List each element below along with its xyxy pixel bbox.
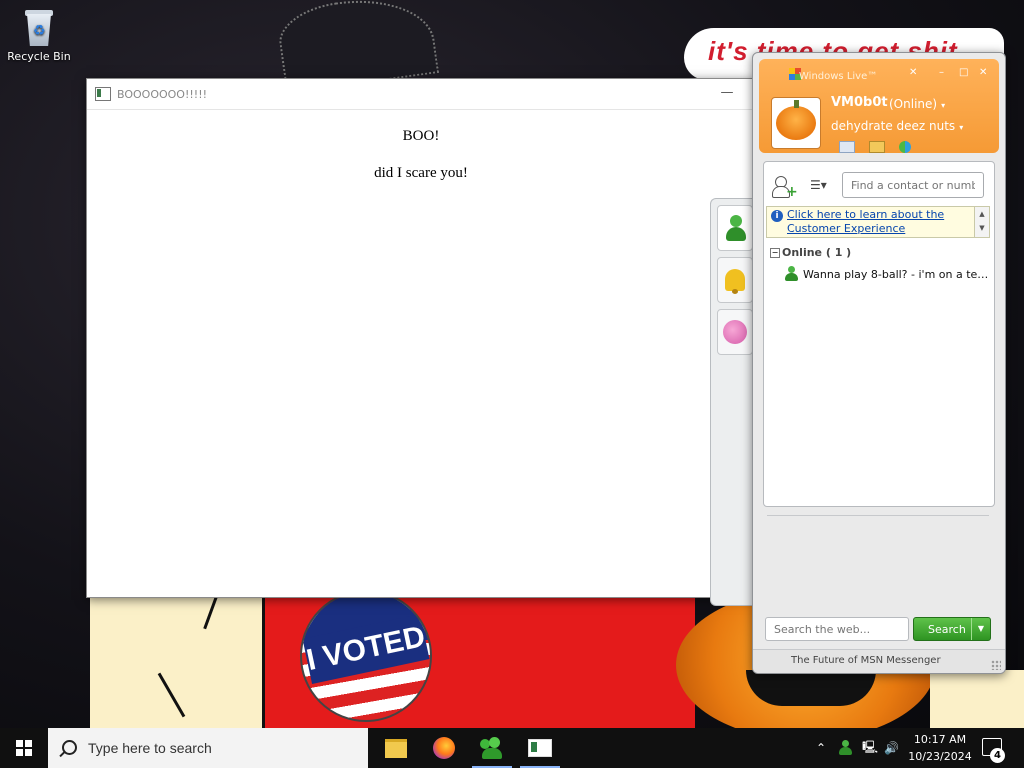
messenger-brand: Windows Live™	[799, 71, 878, 82]
find-contact-input[interactable]	[842, 172, 984, 198]
taskbar-search-placeholder: Type here to search	[88, 740, 212, 756]
contact-toolbar: + ☰▾	[764, 162, 994, 208]
boo-window: BOOOOOOO!!!!! — BOO! did I scare you!	[86, 78, 756, 598]
customer-experience-link[interactable]: Click here to learn about the Customer E…	[787, 208, 967, 236]
contact-name: Wanna play 8-ball? - i'm on a terrible c…	[803, 267, 990, 281]
pink-character-icon	[723, 320, 747, 344]
buddy-icon	[724, 215, 746, 241]
messenger-tray-icon	[838, 740, 852, 756]
app-window-icon	[528, 739, 552, 757]
boo-window-title: BOOOOOOO!!!!!	[117, 87, 208, 101]
info-bar: i Click here to learn about the Customer…	[766, 206, 990, 238]
mail-icon[interactable]	[839, 141, 855, 153]
status-selector[interactable]: (Online) ▾	[889, 97, 945, 111]
windows-logo-icon	[16, 740, 32, 756]
i-voted-sticker: I VOTED	[300, 590, 432, 722]
web-search-button-label: Search	[928, 623, 966, 636]
collapse-icon[interactable]: −	[770, 248, 780, 258]
footer-text: The Future of MSN Messenger	[791, 655, 941, 666]
taskbar-search-box[interactable]: Type here to search	[48, 728, 368, 768]
list-item[interactable]: Wanna play 8-ball? - i'm on a terrible c…	[784, 266, 990, 282]
personal-message[interactable]: dehydrate deez nuts ▾	[831, 119, 963, 133]
taskbar-firefox[interactable]	[420, 728, 468, 768]
web-search-button[interactable]: Search ▼	[913, 617, 991, 641]
pumpkin-avatar-icon	[776, 100, 816, 140]
maximize-button[interactable]: □	[959, 67, 968, 78]
firefox-icon	[433, 737, 455, 759]
tab-alerts[interactable]	[717, 257, 753, 303]
clock-date: 10/23/2024	[908, 750, 972, 763]
taskbar-messenger[interactable]	[468, 728, 516, 768]
messenger-footer: The Future of MSN Messenger	[753, 649, 1005, 673]
taskbar: Type here to search ⌃ 🖳 🔊 10:17 AM 10/23…	[0, 728, 1024, 768]
butterfly-icon: ✕	[909, 67, 918, 78]
group-online-label: Online ( 1 )	[782, 246, 852, 259]
view-options-button[interactable]: ☰▾	[810, 178, 834, 194]
clock-time: 10:17 AM	[913, 733, 967, 746]
online-buddy-icon	[784, 266, 798, 282]
taskbar-clock[interactable]: 10:17 AM 10/23/2024	[900, 731, 980, 765]
avatar[interactable]	[771, 97, 821, 149]
messenger-window: Windows Live™ ✕ – □ ✕ VM0b0t (Online) ▾ d…	[752, 52, 1006, 674]
minimize-button[interactable]: –	[939, 67, 944, 78]
messenger-side-tabs	[710, 198, 757, 606]
tray-messenger[interactable]	[838, 728, 852, 768]
info-icon: i	[771, 210, 783, 222]
chevron-up-icon: ⌃	[816, 741, 827, 755]
tray-network[interactable]: 🖳	[862, 728, 878, 768]
recycle-bin-label: Recycle Bin	[7, 50, 71, 63]
recycle-bin[interactable]: ♻ Recycle Bin	[4, 8, 74, 63]
header-quick-icons	[839, 141, 911, 153]
resize-grip-icon[interactable]	[991, 660, 1001, 670]
folder-icon	[385, 738, 407, 758]
add-contact-button[interactable]: +	[772, 176, 798, 200]
tray-volume[interactable]: 🔊	[884, 728, 899, 768]
bell-icon	[725, 269, 745, 294]
boo-window-titlebar[interactable]: BOOOOOOO!!!!! —	[87, 79, 755, 110]
start-button[interactable]	[0, 728, 48, 768]
web-search-input[interactable]	[765, 617, 909, 641]
boo-message: did I scare you!	[374, 165, 468, 181]
search-icon	[62, 740, 77, 755]
globe-icon[interactable]	[899, 141, 911, 153]
chevron-down-icon: ▾	[941, 101, 946, 110]
tab-spaces[interactable]	[717, 309, 753, 355]
folder-icon[interactable]	[869, 141, 885, 153]
personal-message-text: dehydrate deez nuts	[831, 119, 956, 133]
app-window-icon	[95, 87, 111, 101]
display-name[interactable]: VM0b0t	[831, 95, 888, 110]
divider	[767, 515, 989, 516]
messenger-icon	[480, 737, 504, 759]
status-text: (Online)	[889, 97, 938, 111]
show-hidden-icons-button[interactable]: ⌃	[816, 728, 826, 768]
boo-heading: BOO!	[402, 128, 440, 144]
recycle-bin-icon: ♻	[23, 8, 55, 46]
minimize-button[interactable]: —	[717, 85, 737, 101]
tab-contacts[interactable]	[717, 205, 753, 251]
notification-badge: 4	[990, 748, 1005, 763]
volume-icon: 🔊	[884, 741, 899, 755]
wallpaper-yellow-shape	[90, 580, 270, 728]
taskbar-file-explorer[interactable]	[372, 728, 420, 768]
taskbar-boo-app[interactable]	[516, 728, 564, 768]
close-button[interactable]: ✕	[979, 67, 987, 78]
network-icon: 🖳	[862, 739, 879, 754]
plus-icon: +	[786, 184, 798, 200]
wallpaper-cream-shape	[930, 670, 1024, 728]
messenger-header: Windows Live™ ✕ – □ ✕ VM0b0t (Online) ▾ d…	[759, 59, 999, 153]
group-online-header[interactable]: − Online ( 1 )	[770, 246, 851, 259]
info-bar-scroller[interactable]: ▲ ▼	[974, 207, 989, 237]
boo-window-content: BOO! did I scare you!	[87, 110, 755, 182]
chevron-down-icon: ▾	[959, 123, 964, 132]
chevron-down-icon[interactable]: ▼	[971, 618, 990, 640]
contact-list-panel: + ☰▾ i Click here to learn about the Cus…	[763, 161, 995, 507]
